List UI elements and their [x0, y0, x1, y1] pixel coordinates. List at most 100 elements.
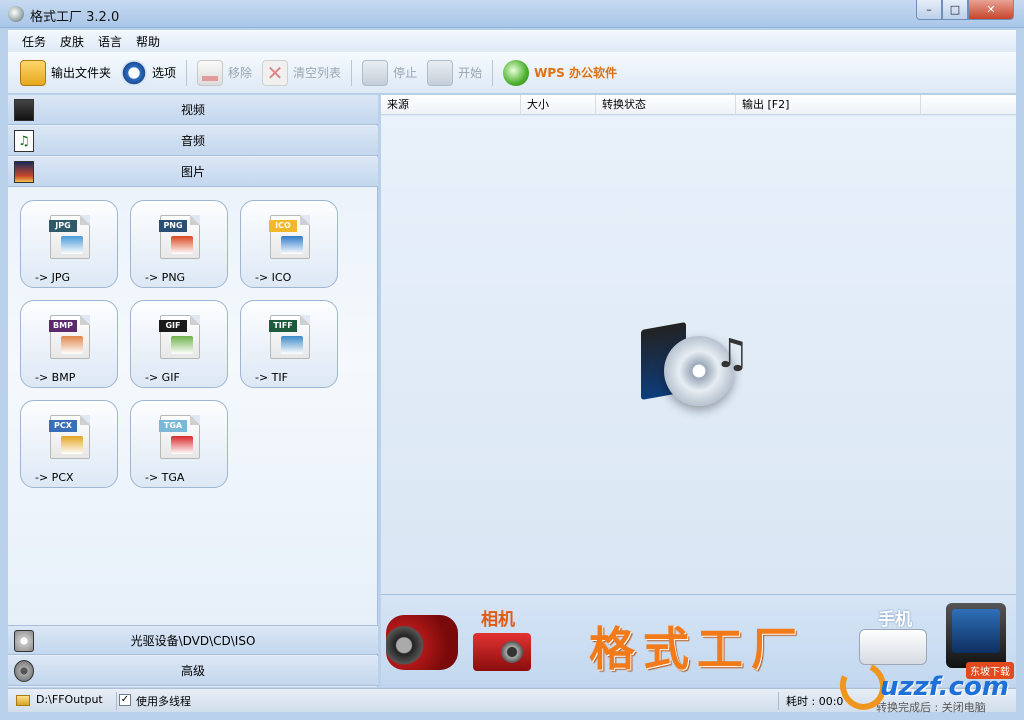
reel-icon — [14, 660, 34, 682]
picture-icon — [61, 436, 83, 454]
folder-icon[interactable] — [16, 695, 30, 706]
format-label: -> PCX — [35, 471, 74, 484]
category-image[interactable]: 图片 — [8, 157, 378, 187]
format-tag: TGA — [159, 420, 187, 432]
picture-icon — [171, 436, 193, 454]
stop-button[interactable]: 停止 — [362, 57, 417, 89]
column-output[interactable]: 输出 [F2] — [736, 95, 921, 115]
picture-icon — [171, 236, 193, 254]
phone-label: 手机 — [878, 610, 912, 630]
format-tag: GIF — [159, 320, 187, 332]
format-png-button[interactable]: PNG -> PNG — [130, 200, 228, 288]
category-disc-label: 光驱设备\DVD\CD\ISO — [130, 633, 256, 648]
stop-label: 停止 — [393, 66, 418, 80]
start-label: 开始 — [458, 66, 483, 80]
format-tag: BMP — [49, 320, 77, 332]
column-status[interactable]: 转换状态 — [596, 95, 736, 115]
menu-bar: 任务 皮肤 语言 帮助 — [8, 30, 1016, 52]
banner-title: 格式工厂 — [589, 622, 805, 676]
task-list-panel: 来源 大小 转换状态 输出 [F2] ♫ 相机 格式工厂 手机 — [381, 95, 1016, 687]
wps-icon — [503, 59, 530, 86]
close-button[interactable]: ✕ — [968, 0, 1014, 20]
category-audio-label: 音频 — [180, 134, 205, 148]
music-icon: ♫ — [14, 130, 34, 152]
menu-task[interactable]: 任务 — [22, 33, 46, 50]
output-folder-button[interactable]: 输出文件夹 — [20, 57, 111, 89]
category-video[interactable]: 视频 — [8, 95, 378, 125]
column-source[interactable]: 来源 — [381, 95, 521, 115]
format-label: -> TGA — [145, 471, 185, 484]
format-tag: PCX — [49, 420, 77, 432]
menu-language[interactable]: 语言 — [98, 33, 122, 50]
watermark-badge: 东坡下载 — [966, 662, 1014, 679]
format-label: -> BMP — [35, 371, 76, 384]
window-title: 格式工厂 3.2.0 — [30, 10, 120, 25]
list-header: 来源 大小 转换状态 输出 [F2] — [381, 95, 1016, 115]
format-pcx-button[interactable]: PCX -> PCX — [20, 400, 118, 488]
video-icon — [14, 99, 34, 121]
maximize-button[interactable]: □ — [942, 0, 968, 20]
format-tga-button[interactable]: TGA -> TGA — [130, 400, 228, 488]
options-label: 选项 — [152, 66, 177, 80]
menu-skin[interactable]: 皮肤 — [60, 33, 84, 50]
minimize-button[interactable]: – — [916, 0, 942, 20]
format-tif-button[interactable]: TIFF -> TIF — [240, 300, 338, 388]
file-icon: TGA — [159, 415, 200, 459]
toolbar-separator — [492, 59, 494, 86]
status-separator — [116, 692, 117, 710]
format-tag: ICO — [269, 220, 297, 232]
music-note-icon: ♫ — [714, 331, 750, 377]
handheld-icon — [859, 629, 927, 665]
start-button[interactable]: 开始 — [427, 57, 482, 89]
format-label: -> GIF — [145, 371, 180, 384]
options-button[interactable]: 选项 — [121, 57, 176, 89]
remove-icon — [197, 59, 224, 86]
multithread-checkbox[interactable]: ✓ — [119, 694, 131, 706]
category-audio[interactable]: ♫ 音频 — [8, 126, 378, 156]
file-icon: PNG — [159, 215, 200, 259]
remove-button[interactable]: 移除 — [197, 57, 252, 89]
format-jpg-button[interactable]: JPG -> JPG — [20, 200, 118, 288]
format-tag: TIFF — [269, 320, 297, 332]
title-bar: 格式工厂 3.2.0 – □ ✕ — [0, 0, 1024, 28]
folder-icon — [20, 59, 46, 86]
format-ico-button[interactable]: ICO -> ICO — [240, 200, 338, 288]
file-icon: TIFF — [269, 315, 310, 359]
camera-icon — [473, 633, 531, 671]
format-label: -> JPG — [35, 271, 71, 284]
output-folder-label: 输出文件夹 — [51, 66, 112, 80]
app-icon — [8, 6, 24, 22]
category-disc[interactable]: 光驱设备\DVD\CD\ISO — [8, 625, 378, 655]
format-tag: JPG — [49, 220, 77, 232]
category-image-label: 图片 — [180, 165, 205, 179]
watermark: uzzf.com 东坡下载 — [833, 655, 1020, 717]
format-gif-button[interactable]: GIF -> GIF — [130, 300, 228, 388]
category-advanced[interactable]: 高级 — [8, 656, 378, 686]
picture-icon — [171, 336, 193, 354]
category-advanced-label: 高级 — [180, 664, 205, 678]
wps-button[interactable]: WPS 办公软件 — [503, 57, 617, 89]
wps-label: WPS 办公软件 — [534, 66, 617, 80]
function-panel: 视频 ♫ 音频 图片 JPG -> JPG PNG -> PNG ICO -> … — [8, 95, 378, 687]
file-icon: ICO — [269, 215, 310, 259]
status-separator — [778, 692, 779, 710]
disc-drive-icon — [14, 630, 34, 652]
camcorder-icon — [386, 615, 458, 670]
task-list[interactable]: ♫ — [381, 116, 1016, 594]
stop-icon — [362, 59, 389, 86]
column-size[interactable]: 大小 — [521, 95, 596, 115]
output-path[interactable]: D:\FFOutput — [36, 693, 103, 706]
clear-list-label: 清空列表 — [293, 66, 342, 80]
file-icon: GIF — [159, 315, 200, 359]
format-label: -> TIF — [255, 371, 288, 384]
format-bmp-button[interactable]: BMP -> BMP — [20, 300, 118, 388]
elapsed-time: 耗时 : 00:0 — [786, 695, 844, 708]
menu-help[interactable]: 帮助 — [136, 33, 160, 50]
camera-label: 相机 — [481, 610, 515, 630]
toolbar-separator — [186, 59, 188, 86]
clear-list-button[interactable]: ✕ 清空列表 — [262, 57, 341, 89]
category-video-label: 视频 — [180, 103, 205, 117]
image-icon — [14, 161, 34, 183]
file-icon: JPG — [49, 215, 90, 259]
toolbar: 输出文件夹 选项 移除 ✕ 清空列表 停止 开始 WPS 办公软件 — [8, 52, 1016, 94]
